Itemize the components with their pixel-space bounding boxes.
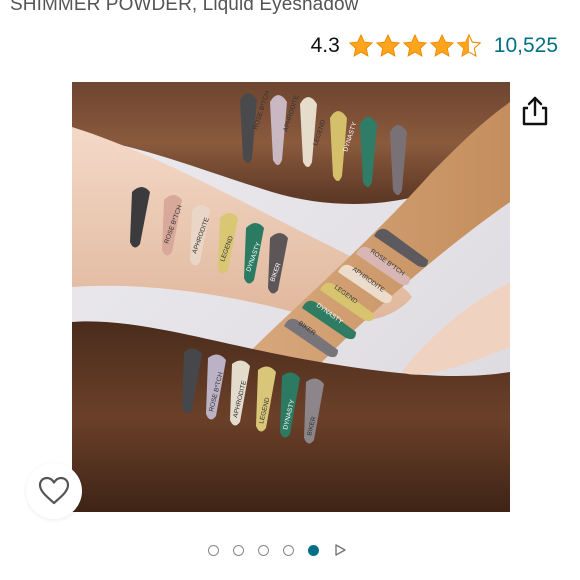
star-rating[interactable]	[348, 33, 482, 59]
star-full-icon	[402, 33, 428, 59]
star-half-icon	[456, 33, 482, 59]
carousel-dot-active[interactable]	[308, 544, 319, 556]
product-image[interactable]: ROSE B*TCH APHRODITE LEGEND DYNASTY ROSE…	[72, 82, 510, 512]
image-carousel-pager[interactable]	[208, 543, 347, 557]
review-count-link[interactable]: 10,525	[494, 34, 558, 58]
play-next-icon[interactable]	[333, 543, 347, 557]
carousel-dot[interactable]	[208, 544, 219, 556]
share-button[interactable]	[518, 94, 552, 128]
wishlist-button[interactable]	[26, 463, 82, 519]
carousel-dot[interactable]	[283, 544, 294, 556]
carousel-dot[interactable]	[233, 544, 244, 556]
heart-icon	[38, 476, 70, 505]
carousel-dot[interactable]	[258, 544, 269, 556]
star-full-icon	[348, 33, 374, 59]
star-full-icon	[375, 33, 401, 59]
share-icon	[522, 96, 548, 126]
rating-value: 4.3	[310, 34, 340, 57]
product-title: SHIMMER POWDER, Liquid Eyeshadow	[10, 0, 359, 15]
star-full-icon	[429, 33, 455, 59]
rating-summary[interactable]: 4.3 10,525	[311, 30, 558, 62]
